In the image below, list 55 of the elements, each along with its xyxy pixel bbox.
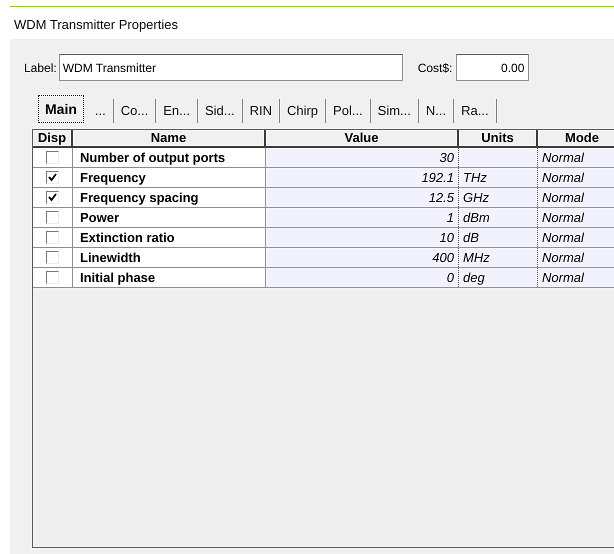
table-cell: dB xyxy=(459,228,538,247)
table-cell[interactable]: 0 xyxy=(266,268,459,287)
cost-caption: Cost$: xyxy=(418,60,452,76)
checkbox[interactable] xyxy=(46,191,59,204)
tab[interactable]: En... xyxy=(156,99,198,123)
table-cell: GHz xyxy=(459,188,538,207)
table-cell[interactable]: Normal xyxy=(538,248,614,267)
label-input[interactable]: WDM Transmitter xyxy=(58,54,403,81)
tab[interactable]: N... xyxy=(418,99,454,123)
tab[interactable]: Ra... xyxy=(454,99,497,123)
table-cell: MHz xyxy=(459,248,538,267)
tab[interactable]: Main xyxy=(38,95,84,123)
checkbox[interactable] xyxy=(46,271,59,284)
tab[interactable]: RIN xyxy=(242,99,280,123)
table-cell[interactable]: Normal xyxy=(538,268,614,287)
table-row[interactable]: Power 1 dBm Normal xyxy=(33,208,614,228)
table-cell[interactable]: 12.5 xyxy=(266,188,459,207)
table-cell[interactable]: 1 xyxy=(266,208,459,227)
checkbox[interactable] xyxy=(46,211,59,224)
tab[interactable]: Co... xyxy=(114,99,156,123)
column-header[interactable]: Disp xyxy=(33,130,73,146)
table-cell[interactable]: Normal xyxy=(538,228,614,247)
tab[interactable]: Pol... xyxy=(326,99,371,123)
column-header[interactable]: Name xyxy=(73,130,266,146)
column-header[interactable]: Mode xyxy=(538,130,614,146)
table-cell[interactable]: 30 xyxy=(266,148,459,167)
label-caption: Label: xyxy=(24,60,57,76)
table-cell[interactable]: Normal xyxy=(538,148,614,167)
window-title: WDM Transmitter Properties xyxy=(14,17,178,32)
table-cell[interactable]: 400 xyxy=(266,248,459,267)
table-row[interactable]: Frequency 192.1 THz Normal xyxy=(33,168,614,188)
table-cell: THz xyxy=(459,168,538,187)
checkbox[interactable] xyxy=(46,151,59,164)
cost-input[interactable]: 0.00 xyxy=(456,54,530,81)
tab[interactable]: Chirp xyxy=(280,99,326,123)
table-cell[interactable]: 192.1 xyxy=(266,168,459,187)
table-cell: deg xyxy=(459,268,538,287)
table-row[interactable]: Initial phase 0 deg Normal xyxy=(33,268,614,288)
checkbox[interactable] xyxy=(46,171,59,184)
table-cell: dBm xyxy=(459,208,538,227)
checkbox[interactable] xyxy=(46,251,59,264)
table-cell[interactable]: 10 xyxy=(266,228,459,247)
table-row[interactable]: Number of output ports 30 Normal xyxy=(33,148,614,168)
table-row[interactable]: Frequency spacing 12.5 GHz Normal xyxy=(33,188,614,208)
tab[interactable]: Sim... xyxy=(370,99,419,123)
column-header[interactable]: Value xyxy=(266,130,459,146)
column-header[interactable]: Units xyxy=(459,130,538,146)
table-row[interactable]: Extinction ratio 10 dB Normal xyxy=(33,228,614,248)
tab[interactable]: ... xyxy=(88,99,114,123)
tab[interactable]: Sid... xyxy=(198,99,243,123)
table-cell[interactable]: Normal xyxy=(538,208,614,227)
table-row[interactable]: Linewidth 400 MHz Normal xyxy=(33,248,614,268)
table-cell[interactable]: Normal xyxy=(538,168,614,187)
table-cell[interactable]: Normal xyxy=(538,188,614,207)
checkbox[interactable] xyxy=(46,231,59,244)
